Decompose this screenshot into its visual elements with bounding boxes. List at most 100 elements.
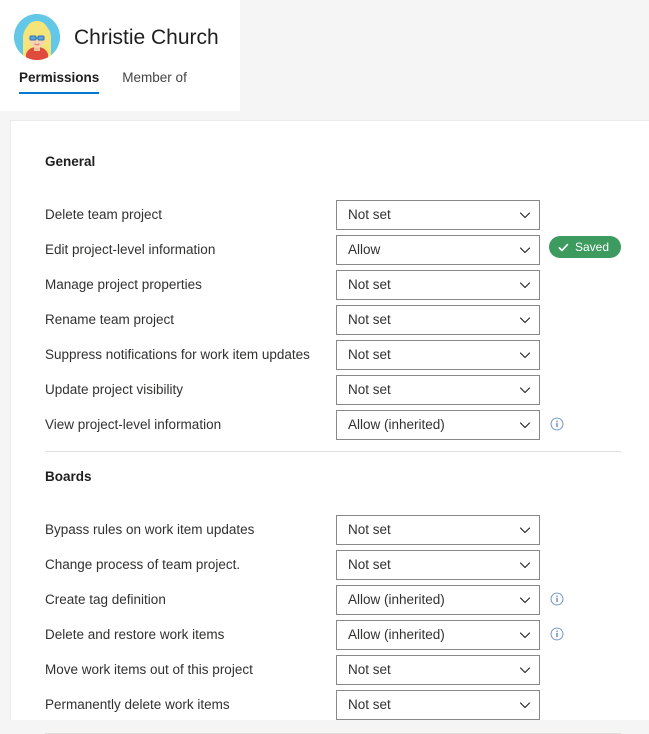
permissions-list: General Delete team project Not set Edit pr…	[45, 154, 645, 734]
page-title: Christie Church	[74, 25, 219, 49]
permission-label: Delete team project	[45, 207, 163, 222]
permission-row: Permanently delete work items Not set	[45, 687, 645, 722]
permission-control: Not set	[336, 689, 540, 720]
status-badge: Saved	[549, 236, 622, 258]
permission-control: Not set	[336, 654, 540, 685]
permission-dropdown-value: Not set	[348, 207, 391, 222]
permission-dropdown-value: Not set	[348, 277, 391, 292]
permission-label: Manage project properties	[45, 277, 202, 292]
chevron-down-icon	[519, 279, 531, 291]
permission-control: Allow (inherited)	[336, 409, 540, 440]
permission-dropdown-value: Not set	[348, 662, 391, 677]
permission-dropdown[interactable]: Allow (inherited)	[336, 409, 540, 440]
permission-row: View project-level information Allow (inh…	[45, 407, 645, 442]
permission-row: Create tag definition Allow (inherited)	[45, 582, 645, 617]
permission-dropdown-value: Allow (inherited)	[348, 627, 445, 642]
identity-header: Christie Church Permissions Member of	[0, 0, 240, 111]
permission-control: Not set	[336, 514, 540, 545]
permission-control: Not set	[336, 339, 540, 370]
permission-control: Not set	[336, 199, 540, 230]
permission-dropdown-value: Not set	[348, 312, 391, 327]
chevron-down-icon	[519, 559, 531, 571]
chevron-down-icon	[519, 314, 531, 326]
permission-dropdown[interactable]: Allow	[336, 234, 540, 265]
identity-summary: Christie Church	[14, 14, 219, 60]
permission-label: Rename team project	[45, 312, 175, 327]
permission-row: Change process of team project. Not set	[45, 547, 645, 582]
permission-dropdown[interactable]: Not set	[336, 514, 540, 545]
chevron-down-icon	[519, 524, 531, 536]
permission-dropdown[interactable]: Allow (inherited)	[336, 584, 540, 615]
permission-label: Delete and restore work items	[45, 627, 225, 642]
permission-control: Allow (inherited)	[336, 619, 540, 650]
permission-row: Delete and restore work items Allow (inhe…	[45, 617, 645, 652]
status-badge-label: Saved	[575, 240, 610, 254]
permission-dropdown-value: Not set	[348, 522, 391, 537]
tabstrip: Permissions Member of	[19, 70, 210, 94]
chevron-down-icon	[519, 209, 531, 221]
permission-dropdown[interactable]: Not set	[336, 199, 540, 230]
permission-dropdown[interactable]: Allow (inherited)	[336, 619, 540, 650]
permission-label: Create tag definition	[45, 592, 166, 607]
permission-dropdown-value: Allow (inherited)	[348, 417, 445, 432]
permission-dropdown[interactable]: Not set	[336, 549, 540, 580]
chevron-down-icon	[519, 699, 531, 711]
chevron-down-icon	[519, 349, 531, 361]
permission-dropdown-value: Allow	[348, 242, 381, 257]
permission-label: Move work items out of this project	[45, 662, 253, 677]
chevron-down-icon	[519, 384, 531, 396]
chevron-down-icon	[519, 419, 531, 431]
permission-dropdown[interactable]: Not set	[336, 304, 540, 335]
permission-row: Suppress notifications for work item upd…	[45, 337, 645, 372]
permission-label: Bypass rules on work item updates	[45, 522, 255, 537]
section-title-spacer	[45, 484, 645, 512]
permission-row: Delete team project Not set	[45, 197, 645, 232]
permission-dropdown-value: Not set	[348, 697, 391, 712]
permission-dropdown-value: Not set	[348, 347, 391, 362]
info-icon[interactable]	[550, 417, 564, 431]
avatar	[14, 14, 60, 60]
info-icon[interactable]	[550, 627, 564, 641]
permission-control: Allow	[336, 234, 540, 265]
permission-control: Not set	[336, 269, 540, 300]
permission-label: Edit project-level information	[45, 242, 216, 257]
permission-dropdown[interactable]: Not set	[336, 654, 540, 685]
permission-label: Permanently delete work items	[45, 697, 230, 712]
permission-label: Update project visibility	[45, 382, 184, 397]
tab-permissions[interactable]: Permissions	[19, 70, 100, 94]
permission-section: Boards Bypass rules on work item updates N…	[45, 469, 645, 734]
permission-dropdown[interactable]: Not set	[336, 269, 540, 300]
permission-row: Bypass rules on work item updates Not set	[45, 512, 645, 547]
permission-row: Manage project properties Not set	[45, 267, 645, 302]
chevron-down-icon	[519, 629, 531, 641]
permission-dropdown[interactable]: Not set	[336, 339, 540, 370]
info-icon[interactable]	[550, 592, 564, 606]
permission-row: Rename team project Not set	[45, 302, 645, 337]
permission-dropdown-value: Allow (inherited)	[348, 592, 445, 607]
permission-dropdown-value: Not set	[348, 382, 391, 397]
permission-row: Update project visibility Not set	[45, 372, 645, 407]
section-divider	[45, 451, 621, 452]
section-title: Boards	[45, 469, 92, 484]
section-title: General	[45, 154, 96, 169]
permission-control: Not set	[336, 549, 540, 580]
permission-section: General Delete team project Not set Edit pr…	[45, 154, 645, 452]
permission-row: Edit project-level information Allow Saved	[45, 232, 645, 267]
permission-label: View project-level information	[45, 417, 222, 432]
chevron-down-icon	[519, 594, 531, 606]
permission-label: Suppress notifications for work item upd…	[45, 347, 310, 362]
section-title-spacer	[45, 169, 645, 197]
permissions-panel: General Delete team project Not set Edit pr…	[10, 120, 649, 734]
check-icon	[558, 242, 569, 253]
permission-row: Move work items out of this project Not s…	[45, 652, 645, 687]
permission-dropdown[interactable]: Not set	[336, 374, 540, 405]
permission-dropdown-value: Not set	[348, 557, 391, 572]
permission-dropdown[interactable]: Not set	[336, 689, 540, 720]
chevron-down-icon	[519, 664, 531, 676]
tab-member-of[interactable]: Member of	[122, 70, 187, 94]
permission-control: Not set	[336, 374, 540, 405]
chevron-down-icon	[519, 244, 531, 256]
permission-control: Allow (inherited)	[336, 584, 540, 615]
permission-control: Not set	[336, 304, 540, 335]
permission-label: Change process of team project.	[45, 557, 241, 572]
